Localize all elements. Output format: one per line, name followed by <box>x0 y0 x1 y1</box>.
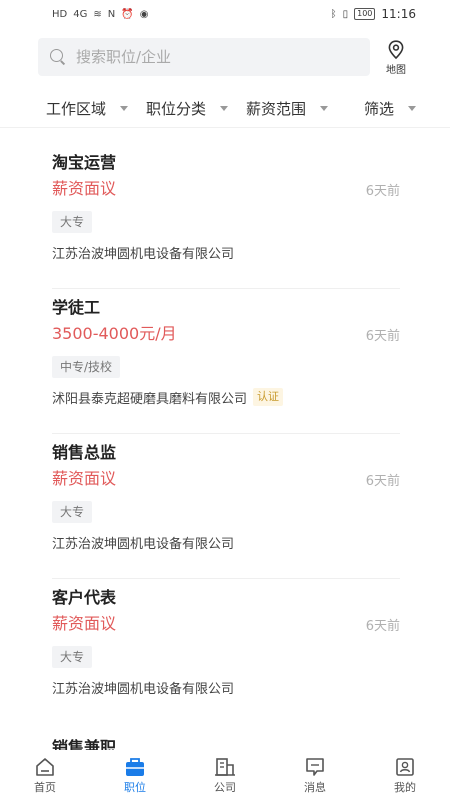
wechat-icon: ◉ <box>139 8 149 20</box>
job-education-tag: 大专 <box>52 211 93 233</box>
profile-icon <box>396 757 414 776</box>
job-title: 销售总监 <box>52 443 117 462</box>
job-salary: 3500-4000元/月 <box>52 324 177 343</box>
wifi-icon: ≋ <box>93 8 102 20</box>
job-education-tag: 中专/技校 <box>52 356 121 378</box>
job-card[interactable]: 销售总监 薪资面议 6天前 大专 江苏治波坤圆机电设备有限公司 <box>0 434 450 579</box>
filter-row: 工作区域 职位分类 薪资范围 筛选 <box>0 90 450 128</box>
job-company: 江苏治波坤圆机电设备有限公司 <box>52 246 235 262</box>
caret-down-icon <box>120 106 129 111</box>
nfc-icon: N <box>107 8 116 20</box>
job-salary: 薪资面议 <box>52 614 117 633</box>
message-icon <box>306 757 324 776</box>
tab-company[interactable]: 公司 <box>180 750 270 800</box>
tab-label: 首页 <box>34 780 56 794</box>
briefcase-icon <box>126 757 144 776</box>
job-company-row: 沭阳县泰克超硬磨具磨料有限公司 认证 <box>52 386 398 408</box>
search-box[interactable] <box>38 38 370 76</box>
job-education-tag: 大专 <box>52 646 93 668</box>
filter-label: 职位分类 <box>146 100 207 118</box>
tab-label: 公司 <box>214 780 236 794</box>
job-card[interactable]: 学徒工 3500-4000元/月 6天前 中专/技校 沭阳县泰克超硬磨具磨料有限… <box>0 289 450 434</box>
tab-jobs[interactable]: 职位 <box>90 750 180 800</box>
map-pin-icon <box>388 40 404 60</box>
bottom-tab-bar: 首页 职位 公司 消息 我的 <box>0 750 450 800</box>
caret-down-icon <box>220 106 229 111</box>
job-salary: 薪资面议 <box>52 469 117 488</box>
tab-label: 我的 <box>394 780 416 794</box>
alarm-icon: ⏰ <box>121 8 134 20</box>
job-company-row: 江苏治波坤圆机电设备有限公司 <box>52 241 398 263</box>
building-icon <box>215 757 235 776</box>
filter-more[interactable]: 筛选 <box>364 90 417 127</box>
signal-4g-icon: 4G <box>73 8 88 20</box>
home-icon <box>36 757 54 776</box>
job-company: 沭阳县泰克超硬磨具磨料有限公司 <box>52 391 248 407</box>
filter-label: 工作区域 <box>46 100 107 118</box>
job-title: 客户代表 <box>52 588 117 607</box>
filter-job-category[interactable]: 职位分类 <box>146 90 229 127</box>
hd-icon: HD <box>52 8 68 20</box>
filter-label: 筛选 <box>364 100 395 118</box>
status-right-icons: ᛒ ▯ 100 11:16 <box>331 7 416 21</box>
job-salary: 薪资面议 <box>52 179 117 198</box>
bluetooth-icon: ᛒ <box>330 8 337 20</box>
job-education-tag: 大专 <box>52 501 93 523</box>
job-list: 淘宝运营 薪资面议 6天前 大专 江苏治波坤圆机电设备有限公司 学徒工 3500… <box>0 144 450 724</box>
search-icon <box>50 49 66 65</box>
job-posted-time: 6天前 <box>365 184 400 199</box>
tab-label: 消息 <box>304 780 326 794</box>
job-title: 淘宝运营 <box>52 153 117 172</box>
job-card[interactable]: 淘宝运营 薪资面议 6天前 大专 江苏治波坤圆机电设备有限公司 <box>0 144 450 289</box>
job-posted-time: 6天前 <box>365 474 400 489</box>
search-row: 地图 <box>0 38 450 80</box>
tab-home[interactable]: 首页 <box>0 750 90 800</box>
verified-badge: 认证 <box>253 388 284 406</box>
filter-work-area[interactable]: 工作区域 <box>46 90 129 127</box>
filter-label: 薪资范围 <box>246 100 307 118</box>
vibrate-icon: ▯ <box>342 8 349 20</box>
job-title: 学徒工 <box>52 298 101 317</box>
status-bar: HD 4G ≋ N ⏰ ◉ ᛒ ▯ 100 11:16 <box>0 0 450 28</box>
job-company: 江苏治波坤圆机电设备有限公司 <box>52 536 235 552</box>
tab-messages[interactable]: 消息 <box>270 750 360 800</box>
job-company: 江苏治波坤圆机电设备有限公司 <box>52 681 235 697</box>
job-company-row: 江苏治波坤圆机电设备有限公司 <box>52 531 398 553</box>
job-posted-time: 6天前 <box>365 329 400 344</box>
status-left-icons: HD 4G ≋ N ⏰ ◉ <box>52 9 148 20</box>
battery-icon: 100 <box>354 8 376 20</box>
map-button[interactable]: 地图 <box>378 40 414 78</box>
caret-down-icon <box>320 106 329 111</box>
caret-down-icon <box>408 106 417 111</box>
job-card[interactable]: 客户代表 薪资面议 6天前 大专 江苏治波坤圆机电设备有限公司 <box>0 579 450 724</box>
status-time: 11:16 <box>381 7 416 21</box>
map-label: 地图 <box>386 65 406 76</box>
search-input[interactable] <box>76 48 336 66</box>
job-company-row: 江苏治波坤圆机电设备有限公司 <box>52 676 398 698</box>
tab-profile[interactable]: 我的 <box>360 750 450 800</box>
job-posted-time: 6天前 <box>365 619 400 634</box>
tab-label: 职位 <box>124 780 146 794</box>
filter-salary-range[interactable]: 薪资范围 <box>246 90 329 127</box>
